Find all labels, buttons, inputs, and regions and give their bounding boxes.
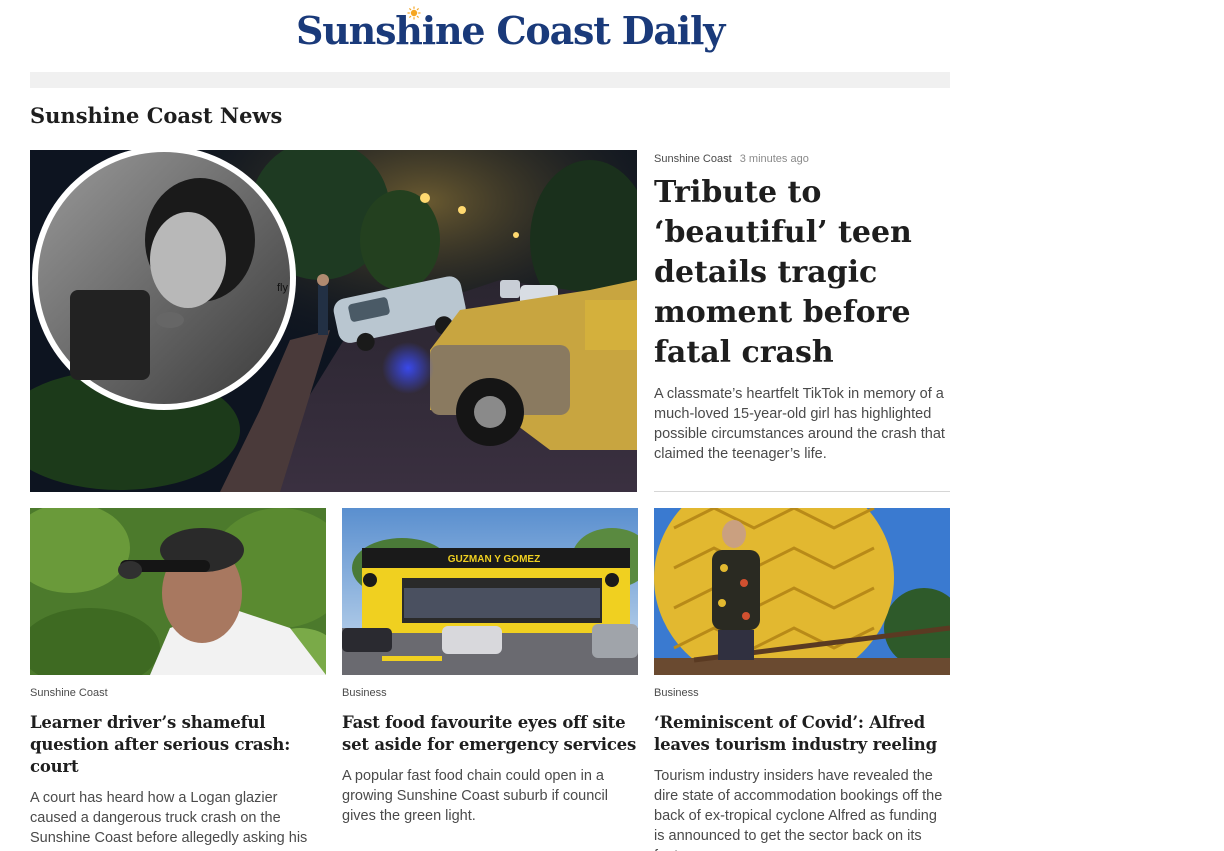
sun-icon xyxy=(407,6,421,20)
story-headline[interactable]: Learner driver’s shameful question after… xyxy=(30,712,326,778)
divider xyxy=(654,491,950,492)
hero-meta: Sunshine Coast 3 minutes ago xyxy=(654,153,809,165)
hero-headline[interactable]: Tribute to ‘beautiful’ teen details trag… xyxy=(654,173,944,373)
story-summary: A court has heard how a Logan glazier ca… xyxy=(30,790,308,851)
section-title: Sunshine Coast News xyxy=(30,103,283,128)
story-image[interactable] xyxy=(654,508,950,675)
story-image[interactable]: GUZMAN Y GOMEZ xyxy=(342,508,638,675)
story-card[interactable]: GUZMAN Y GOMEZ Business Fast food favour… xyxy=(342,508,638,826)
story-card[interactable]: Sunshine Coast Learner driver’s shameful… xyxy=(30,508,326,851)
story-headline[interactable]: ‘Reminiscent of Covid’: Alfred leaves to… xyxy=(654,712,950,756)
storefront-sign-text: GUZMAN Y GOMEZ xyxy=(448,554,540,565)
story-card[interactable]: Business ‘Reminiscent of Covid’: Alfred … xyxy=(654,508,950,851)
masthead: Sunshine Coast Daily xyxy=(0,0,980,72)
story-headline[interactable]: Fast food favourite eyes off site set as… xyxy=(342,712,638,756)
story-category[interactable]: Business xyxy=(342,687,638,701)
navigation-bar[interactable] xyxy=(30,72,950,88)
hero-summary: A classmate’s heartfelt TikTok in memory… xyxy=(654,386,945,462)
story-summary: Tourism industry insiders have revealed … xyxy=(654,768,943,851)
story-category[interactable]: Sunshine Coast xyxy=(30,687,326,701)
story-image[interactable] xyxy=(30,508,326,675)
hero-category[interactable]: Sunshine Coast xyxy=(654,153,732,165)
story-category[interactable]: Business xyxy=(654,687,950,701)
image-watermark-text: fly xyxy=(277,282,289,294)
hero-timestamp: 3 minutes ago xyxy=(739,153,809,165)
site-logo[interactable]: Sunshine Coast Daily xyxy=(296,6,725,53)
story-summary: A popular fast food chain could open in … xyxy=(342,768,608,824)
site-logo-text: Sunshine Coast Daily xyxy=(296,8,725,53)
hero-image[interactable]: fly xyxy=(30,150,637,492)
